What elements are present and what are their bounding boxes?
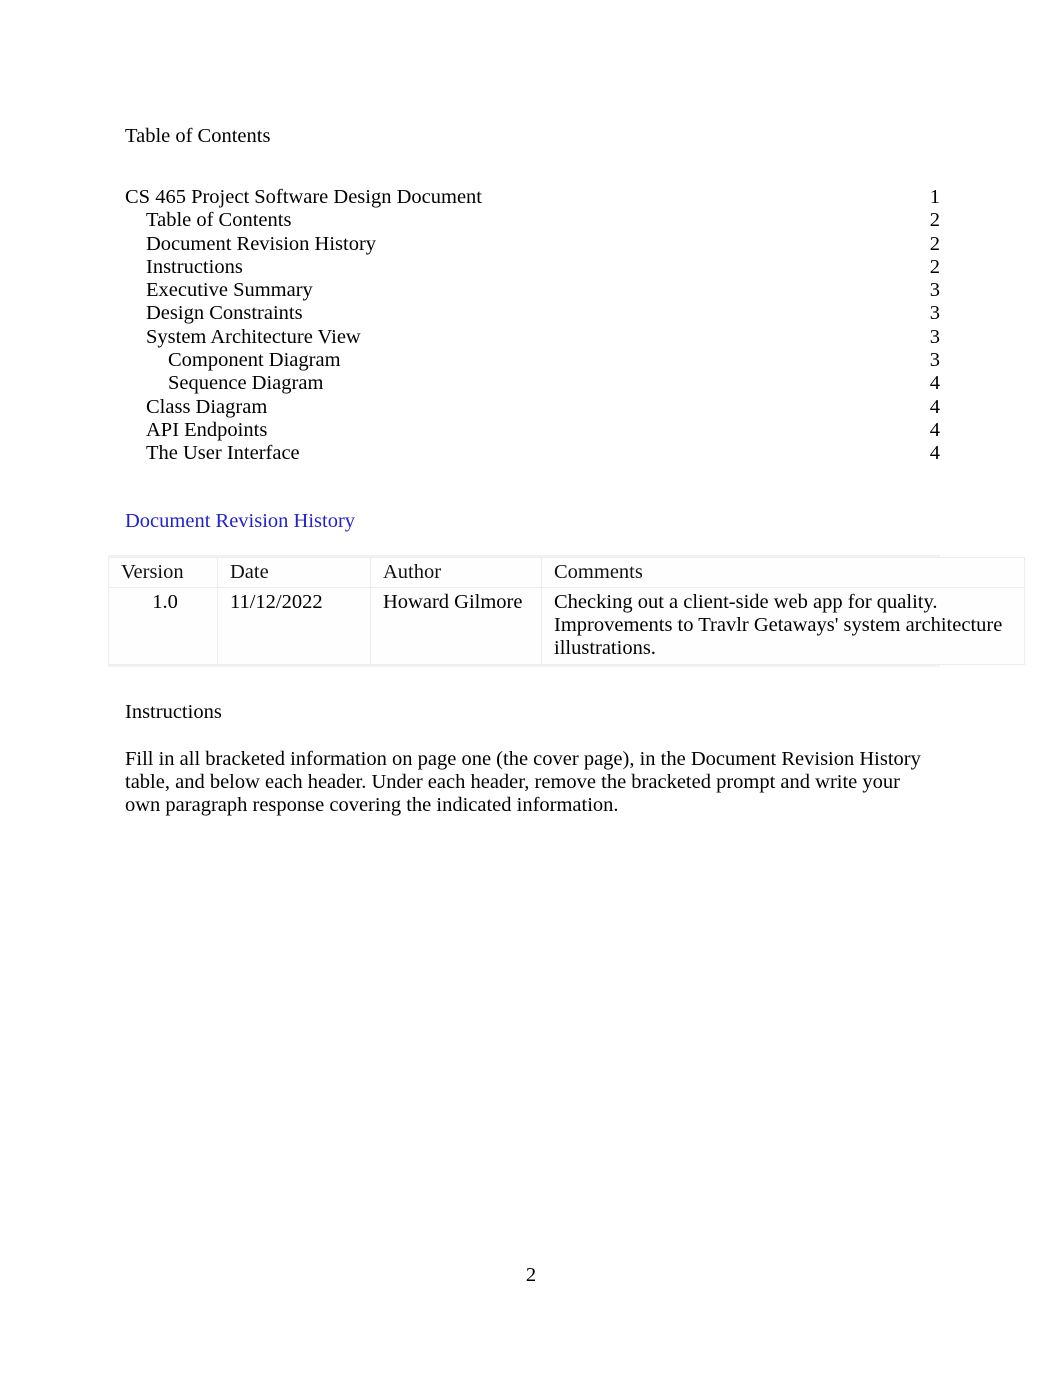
toc-entry-page-number: 3 [929,302,940,325]
toc-entry[interactable]: Executive Summary 3 [125,279,940,302]
instructions-paragraph: Fill in all bracketed information on pag… [125,747,921,817]
toc-entry[interactable]: API Endpoints 4 [125,419,940,442]
toc-entry-label: Table of Contents [146,209,292,232]
toc-entry[interactable]: The User Interface 4 [125,442,940,465]
toc-entry-label: Component Diagram [168,349,341,372]
toc-entry-label: Class Diagram [146,395,268,418]
toc-entry-label: CS 465 Project Software Design Document [125,186,482,208]
toc-entry-label: The User Interface [146,442,300,465]
page-content: Table of Contents CS 465 Project Softwar… [108,124,1025,818]
toc-entry-page-number: 2 [929,255,940,278]
toc-entry-label: Design Constraints [146,302,303,325]
cell-comments: Checking out a client-side web app for q… [541,586,1025,665]
revision-history-table-container: Version Date Author Comments 1.0 11/12/2… [108,554,1025,667]
toc-entry[interactable]: Instructions 2 [125,256,940,279]
toc-entry[interactable]: Sequence Diagram 4 [125,372,940,395]
revision-history-table: Version Date Author Comments 1.0 11/12/2… [108,556,1025,665]
document-page: Table of Contents CS 465 Project Softwar… [0,0,1062,1376]
toc-entry[interactable]: Table of Contents 2 [125,209,940,232]
toc-entry-page-number: 1 [929,186,940,208]
toc-entry[interactable]: Design Constraints 3 [125,302,940,325]
toc-entry-label: Document Revision History [146,232,377,255]
column-header-version: Version [108,556,218,588]
toc-entry-label: Instructions [146,255,243,278]
toc-entry[interactable]: Class Diagram 4 [125,396,940,419]
column-header-comments: Comments [541,556,1025,588]
toc-entry-label: Sequence Diagram [168,372,324,395]
table-of-contents-heading: Table of Contents [125,125,271,147]
toc-entry-page-number: 2 [929,209,940,232]
table-of-contents-list: CS 465 Project Software Design Document 1… [125,186,940,466]
table-header-row: Version Date Author Comments [108,556,1025,588]
toc-entry-page-number: 4 [929,418,940,441]
instructions-heading: Instructions [125,700,222,723]
toc-entry-page-number: 3 [929,325,940,348]
toc-entry-page-number: 3 [929,349,940,372]
toc-entry-label: System Architecture View [146,325,361,348]
toc-entry[interactable]: System Architecture View 3 [125,326,940,349]
toc-entry-page-number: 2 [929,232,940,255]
column-header-date: Date [217,556,371,588]
cell-author: Howard Gilmore [370,586,542,665]
table-row: 1.0 11/12/2022 Howard Gilmore Checking o… [108,586,1025,665]
toc-entry[interactable]: CS 465 Project Software Design Document 1 [125,186,940,209]
toc-entry[interactable]: Document Revision History 2 [125,233,940,256]
column-header-author: Author [370,556,542,588]
footer-page-number: 2 [525,1264,537,1286]
cell-version: 1.0 [108,586,218,665]
cell-date: 11/12/2022 [217,586,371,665]
toc-entry-label: Executive Summary [146,279,313,302]
toc-entry[interactable]: Component Diagram 3 [125,349,940,372]
toc-entry-page-number: 4 [929,372,940,395]
toc-entry-page-number: 3 [929,279,940,302]
document-revision-history-heading: Document Revision History [125,509,356,532]
toc-entry-page-number: 4 [929,395,940,418]
toc-entry-label: API Endpoints [146,418,268,441]
toc-entry-page-number: 4 [929,442,940,465]
